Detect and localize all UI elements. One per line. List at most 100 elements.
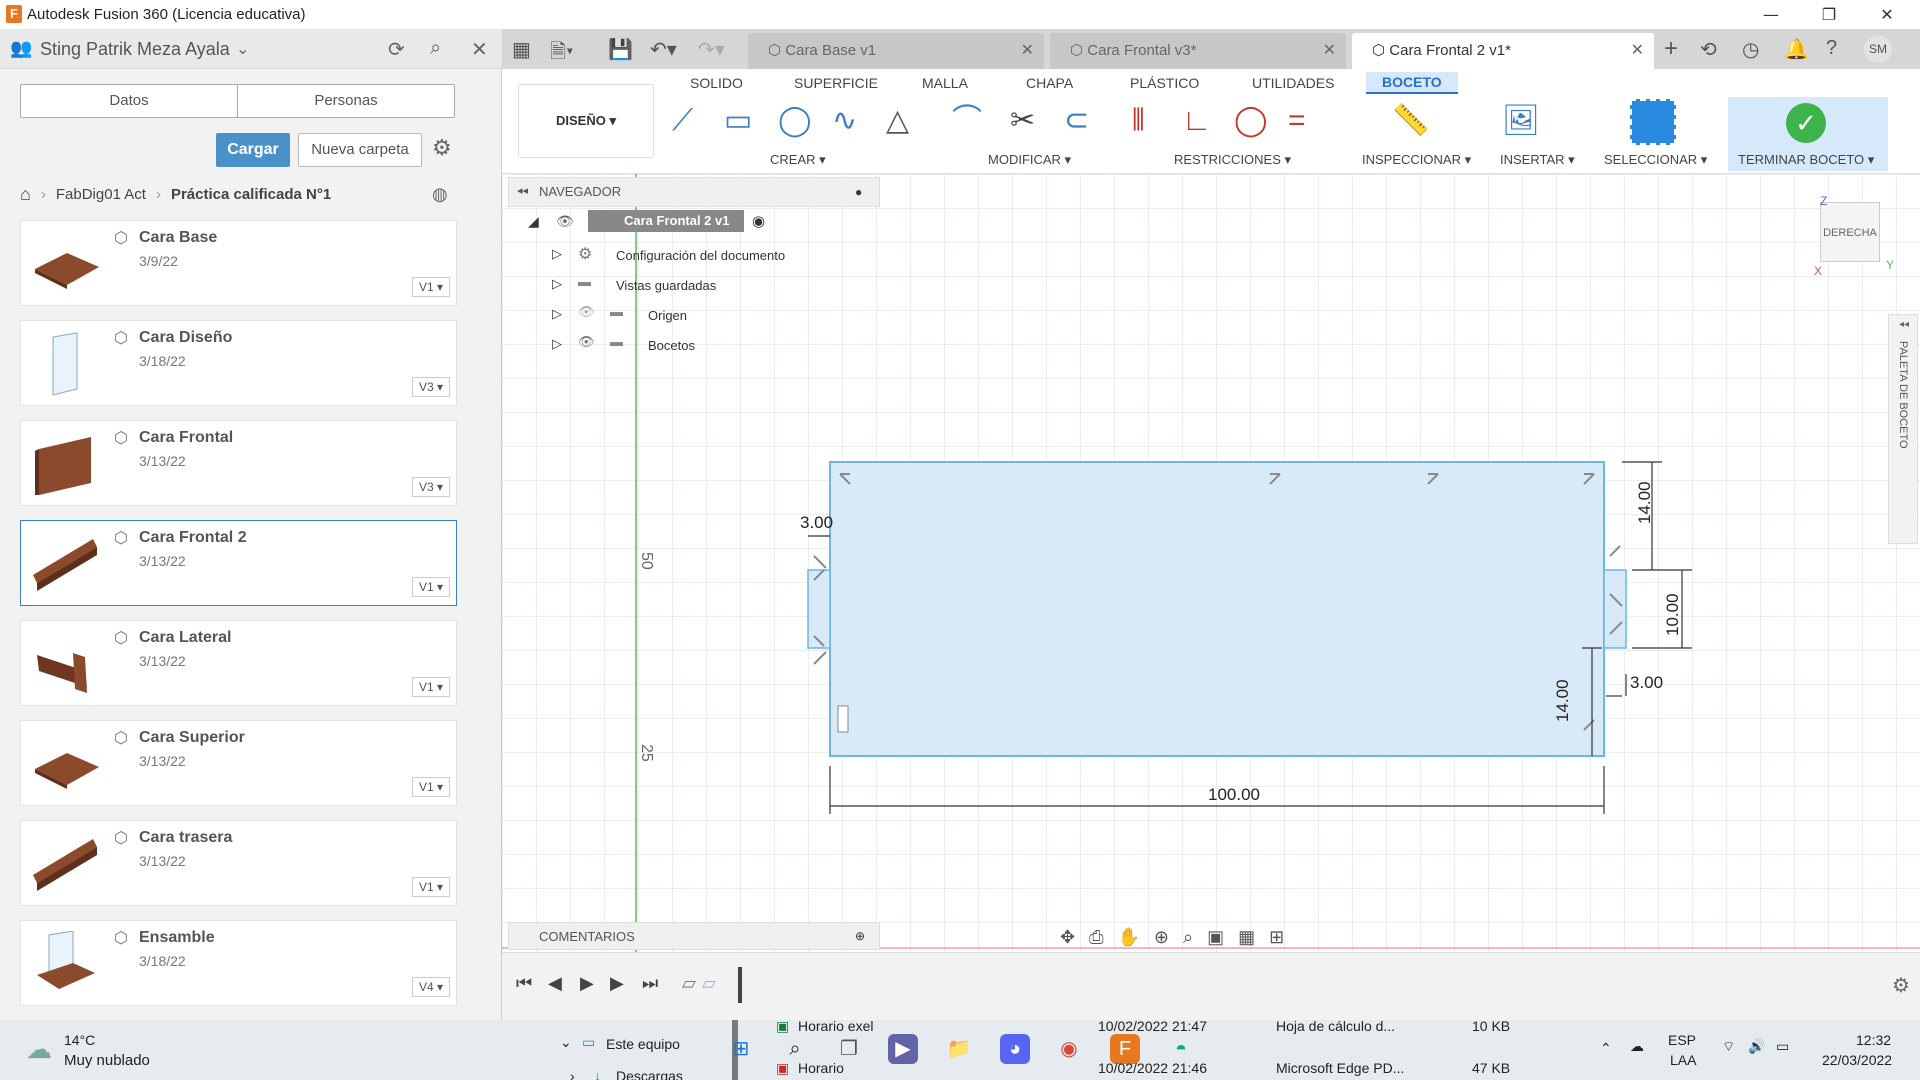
tab-sketch[interactable]: BOCETO xyxy=(1366,72,1458,94)
file-name[interactable]: Horario exel xyxy=(798,1018,873,1034)
version-dropdown[interactable]: V1 ▾ xyxy=(412,277,450,297)
select-menu[interactable]: SELECCIONAR ▾ xyxy=(1604,152,1707,168)
zoom-icon[interactable]: ⊕ xyxy=(1154,927,1169,948)
discord-icon[interactable]: ◕ xyxy=(1000,1034,1030,1064)
equal-icon[interactable]: = xyxy=(1288,103,1306,139)
tab-plastic[interactable]: PLÁSTICO xyxy=(1130,75,1199,91)
inspect-menu[interactable]: INSPECCIONAR ▾ xyxy=(1362,152,1471,168)
browser-node[interactable]: Bocetos xyxy=(648,338,695,353)
timeline-marker[interactable] xyxy=(738,967,742,1003)
close-button[interactable]: ✕ xyxy=(1864,0,1910,29)
tab-utilities[interactable]: UTILIDADES xyxy=(1252,75,1334,91)
version-dropdown[interactable]: V4 ▾ xyxy=(412,977,450,997)
workspace-switcher[interactable]: DISEÑO ▾ xyxy=(518,84,654,158)
avatar[interactable]: SM xyxy=(1864,35,1892,63)
design-card[interactable]: ⬡ Cara Frontal 2 3/13/22 V1 ▾ xyxy=(20,520,457,606)
sketch-feature-icon[interactable]: ▱ xyxy=(702,973,716,994)
minimize-button[interactable]: — xyxy=(1748,0,1794,29)
rectangle-tool-icon[interactable]: ▭ xyxy=(724,103,752,139)
breadcrumb-project[interactable]: FabDig01 Act xyxy=(56,186,146,203)
eye-icon[interactable]: 👁 xyxy=(556,213,574,230)
weather-icon[interactable]: ☁ xyxy=(26,1034,52,1065)
redo-icon[interactable]: ↷▾ xyxy=(698,37,725,62)
chevron-down-icon[interactable]: ⌄ xyxy=(236,39,249,59)
keyboard-label[interactable]: LAA xyxy=(1670,1052,1696,1068)
tab-people[interactable]: Personas xyxy=(238,85,454,117)
modify-menu[interactable]: MODIFICAR ▾ xyxy=(988,152,1071,168)
breadcrumb-folder[interactable]: Práctica calificada N°1 xyxy=(171,186,331,203)
play-icon[interactable]: ▶ xyxy=(580,973,594,994)
tab-solid[interactable]: SOLIDO xyxy=(690,75,743,91)
activate-icon[interactable]: ◉ xyxy=(752,212,765,230)
version-dropdown[interactable]: V3 ▾ xyxy=(412,477,450,497)
gear-icon[interactable]: ⚙ xyxy=(1892,973,1910,998)
collapse-icon[interactable]: ◂◂ xyxy=(517,184,528,197)
explorer-item[interactable]: Este equipo xyxy=(606,1036,680,1052)
wifi-icon[interactable]: ⌔ xyxy=(1722,1038,1735,1056)
viewports-icon[interactable]: ⊞ xyxy=(1269,927,1284,948)
perpendicular-icon[interactable]: ∟ xyxy=(1182,103,1211,139)
eye-hidden-icon[interactable]: 👁 xyxy=(578,304,595,320)
search-icon[interactable]: ⌕ xyxy=(430,37,441,60)
browser-node[interactable]: Origen xyxy=(648,308,687,323)
go-to-start-icon[interactable]: ⏮ xyxy=(516,973,532,994)
windows-start-icon[interactable]: ⊞ xyxy=(726,1034,756,1064)
help-icon[interactable]: ? xyxy=(1826,37,1837,60)
home-icon[interactable]: ⌂ xyxy=(20,184,31,205)
pan-icon[interactable]: ✋ xyxy=(1118,927,1140,948)
volume-icon[interactable]: 🔊 xyxy=(1748,1038,1765,1055)
save-icon[interactable]: 💾 xyxy=(608,37,633,62)
expand-icon[interactable]: ▷ xyxy=(552,336,562,352)
expand-icon[interactable]: ▷ xyxy=(552,276,562,292)
view-cube[interactable]: DERECHA xyxy=(1820,202,1880,262)
restore-button[interactable]: ❐ xyxy=(1806,0,1852,29)
file-menu-icon[interactable]: 🗎▾ xyxy=(550,37,573,71)
checkmark-icon[interactable]: ✓ xyxy=(1786,103,1826,143)
fit-icon[interactable]: ⌕ xyxy=(1183,927,1193,948)
circle-tool-icon[interactable]: ◯ xyxy=(778,103,812,139)
close-tab-icon[interactable]: ✕ xyxy=(1323,33,1336,69)
insert-menu[interactable]: INSERTAR ▾ xyxy=(1500,152,1575,168)
new-tab-icon[interactable]: + xyxy=(1664,35,1678,63)
upload-button[interactable]: Cargar xyxy=(216,133,290,167)
spline-tool-icon[interactable]: ∿ xyxy=(832,103,857,139)
add-comment-icon[interactable]: ⊕ xyxy=(855,929,865,943)
team-name[interactable]: Sting Patrik Meza Ayala xyxy=(40,39,230,60)
grid-apps-icon[interactable]: ▦ xyxy=(512,37,531,62)
teams-icon[interactable]: ▶ xyxy=(888,1034,918,1064)
notifications-icon[interactable]: 🔔 xyxy=(1784,37,1809,62)
design-card[interactable]: ⬡ Cara Diseño 3/18/22 V3 ▾ xyxy=(20,320,457,406)
clock-date[interactable]: 22/03/2022 xyxy=(1822,1052,1892,1068)
mirror-tool-icon[interactable]: △ xyxy=(886,103,909,139)
look-at-icon[interactable]: ⎙ xyxy=(1089,927,1103,948)
close-panel-icon[interactable]: ✕ xyxy=(471,37,488,62)
step-forward-icon[interactable]: ▶ xyxy=(610,973,624,994)
design-card[interactable]: ⬡ Cara Frontal 3/13/22 V3 ▾ xyxy=(20,420,457,506)
display-settings-icon[interactable]: ▣ xyxy=(1207,927,1224,948)
sketch-feature-icon[interactable]: ▱ xyxy=(682,973,696,994)
design-card[interactable]: ⬡ Cara Lateral 3/13/22 V1 ▾ xyxy=(20,620,457,706)
explorer-item[interactable]: Descargas xyxy=(616,1068,683,1080)
coincident-icon[interactable]: ⫴ xyxy=(1132,103,1145,139)
expand-icon[interactable]: ▷ xyxy=(552,246,562,262)
undo-icon[interactable]: ↶▾ xyxy=(650,37,677,62)
tab-sheet-metal[interactable]: CHAPA xyxy=(1026,75,1073,91)
insert-image-icon[interactable]: 🖼 xyxy=(1502,103,1540,139)
tab-cara-base[interactable]: ⬡ Cara Base v1 ✕ xyxy=(748,33,1044,69)
design-card[interactable]: ⬡ Cara Superior 3/13/22 V1 ▾ xyxy=(20,720,457,806)
version-dropdown[interactable]: V1 ▾ xyxy=(412,577,450,597)
language-label[interactable]: ESP xyxy=(1668,1032,1696,1048)
design-card[interactable]: ⬡ Ensamble 3/18/22 V4 ▾ xyxy=(20,920,457,1006)
grid-settings-icon[interactable]: ▦ xyxy=(1238,927,1255,948)
version-dropdown[interactable]: V1 ▾ xyxy=(412,677,450,697)
collapse-root-icon[interactable]: ◢ xyxy=(528,213,539,230)
version-dropdown[interactable]: V1 ▾ xyxy=(412,777,450,797)
create-menu[interactable]: CREAR ▾ xyxy=(770,152,826,168)
tab-mesh[interactable]: MALLA xyxy=(922,75,968,91)
tab-cara-frontal[interactable]: ⬡ Cara Frontal v3* ✕ xyxy=(1050,33,1346,69)
globe-icon[interactable]: ◍ xyxy=(432,184,448,205)
browser-node[interactable]: Vistas guardadas xyxy=(616,278,716,293)
orbit-icon[interactable]: ✥ xyxy=(1060,927,1075,948)
tab-surface[interactable]: SUPERFICIE xyxy=(794,75,878,91)
collapse-icon[interactable]: ◂◂ xyxy=(1899,319,1909,330)
